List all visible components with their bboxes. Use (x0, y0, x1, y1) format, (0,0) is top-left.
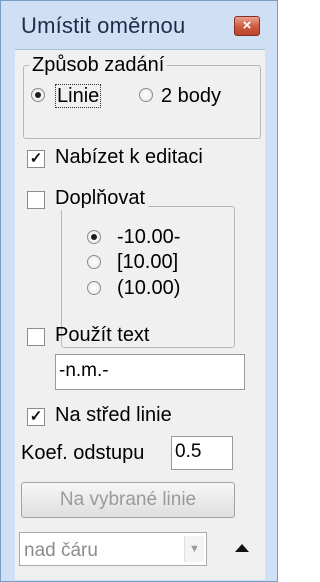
offset-coef-input[interactable]: 0.5 (171, 436, 233, 470)
radio-padding-dashes[interactable] (87, 230, 101, 244)
use-text-checkbox[interactable] (27, 328, 45, 346)
center-line-checkbox[interactable]: ✓ (27, 408, 45, 426)
offer-edit-checkbox[interactable]: ✓ (27, 150, 45, 168)
radio-linie-label[interactable]: Linie (55, 84, 102, 108)
offer-edit-label[interactable]: Nabízet k editaci (55, 146, 203, 169)
radio-padding-parens-label[interactable]: (10.00) (117, 277, 180, 300)
close-icon: × (242, 17, 252, 34)
radio-padding-dashes-label[interactable]: -10.00- (117, 226, 180, 249)
center-line-label[interactable]: Na střed linie (55, 404, 172, 427)
triangle-up-icon[interactable] (235, 544, 249, 552)
offset-coef-label: Koef. odstupu (21, 442, 145, 464)
apply-to-selected-lines-button[interactable]: Na vybrané linie (21, 482, 235, 518)
radio-2-body-label[interactable]: 2 body (161, 85, 221, 108)
radio-padding-brackets-label[interactable]: [10.00] (117, 251, 178, 274)
use-text-input[interactable]: -n.m.- (55, 354, 245, 390)
dialog-panel: Způsob zadání Linie 2 body ✓ Nabízet k e… (15, 49, 265, 580)
padding-checkbox[interactable] (27, 191, 45, 209)
placement-combobox[interactable]: nad čáru ▼ (19, 532, 207, 566)
entry-mode-legend: Způsob zadání (29, 54, 168, 77)
placement-value: nad čáru (24, 540, 98, 561)
padding-legend[interactable]: Doplňovat (52, 187, 149, 210)
radio-padding-brackets[interactable] (87, 255, 101, 269)
radio-linie[interactable] (31, 88, 45, 102)
use-text-label[interactable]: Použít text (55, 324, 150, 347)
radio-2-body[interactable] (139, 88, 153, 102)
window-title: Umístit oměrnou (21, 13, 186, 38)
chevron-down-icon[interactable]: ▼ (184, 536, 204, 562)
dialog-window: Umístit oměrnou × Způsob zadání Linie 2 … (0, 0, 278, 582)
radio-padding-parens[interactable] (87, 281, 101, 295)
close-button[interactable]: × (234, 16, 260, 36)
